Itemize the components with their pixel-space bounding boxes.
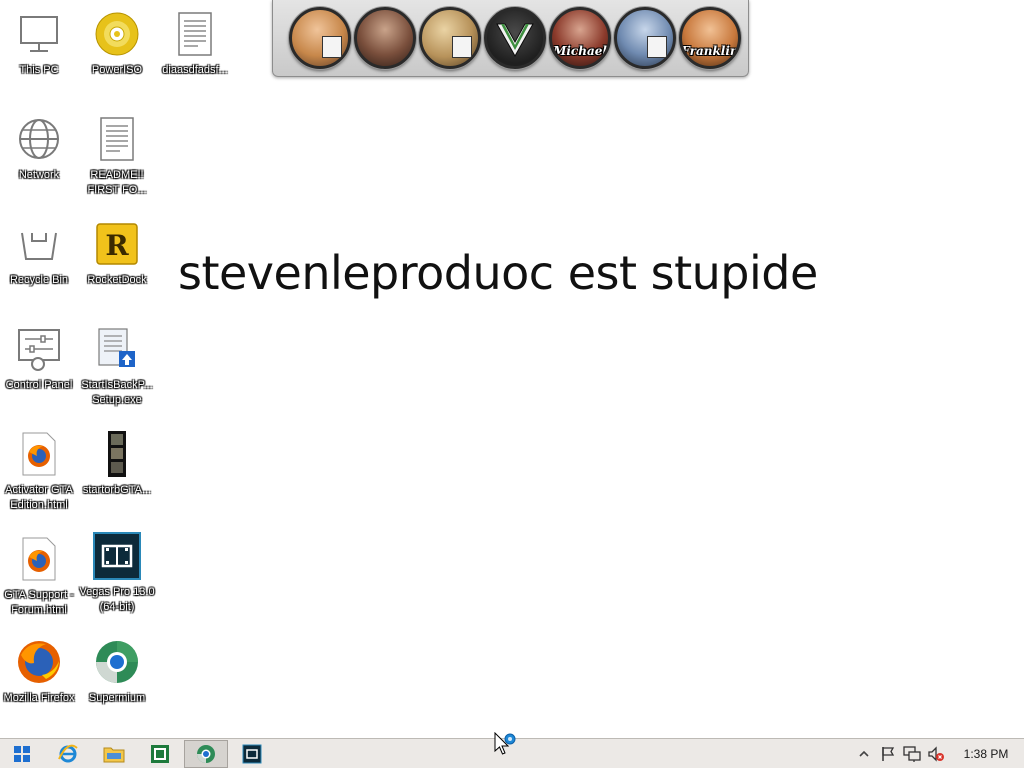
cd-disc-icon — [93, 10, 141, 58]
text-document-icon — [171, 10, 219, 58]
taskbar-file-explorer[interactable] — [92, 740, 136, 768]
taskbar-clock[interactable]: 1:38 PM — [948, 747, 1024, 761]
dock-item-gta-five[interactable] — [484, 7, 546, 69]
gta-five-logo-icon — [496, 23, 534, 58]
gta-logo-icon — [322, 36, 342, 58]
desktop-icon-label: Activator GTA Edition.html — [5, 484, 73, 511]
desktop-icon-readme[interactable]: README!! FIRST FO... — [78, 115, 156, 198]
desktop-icon-supermium[interactable]: Supermium — [78, 638, 156, 706]
desktop-icon-vegas-pro[interactable]: Vegas Pro 13.0 (64-bit) — [78, 532, 156, 615]
network-status-button[interactable] — [900, 740, 924, 768]
desktop-icon-mozilla-firefox[interactable]: Mozilla Firefox — [0, 638, 78, 706]
volume-button[interactable] — [924, 740, 948, 768]
desktop-icon-startorb-gta[interactable]: startorbGTA... — [78, 430, 156, 498]
rocketdock-bar: Michael Franklin — [272, 0, 749, 77]
film-strip-icon — [93, 430, 141, 478]
folder-icon — [103, 747, 125, 762]
desktop-icon-label: Supermium — [88, 692, 146, 704]
chevron-up-icon — [859, 750, 869, 757]
desktop-icon-label: This PC — [19, 64, 59, 76]
desktop-caption-text: stevenleproduoc est stupide — [178, 246, 818, 300]
desktop-icon-label: diaasdfadsf... — [162, 64, 228, 76]
desktop-icon-diaasdfadsf[interactable]: diaasdfadsf... — [156, 10, 234, 78]
desktop-icon-activator-gta[interactable]: Activator GTA Edition.html — [0, 430, 78, 513]
gta-logo-icon — [647, 36, 667, 58]
network-icon — [903, 746, 921, 762]
desktop-icon-label: RocketDock — [87, 274, 147, 286]
supermium-browser-icon — [93, 638, 141, 686]
desktop-icon-rocketdock[interactable]: R RocketDock — [78, 220, 156, 288]
show-hidden-icons-button[interactable] — [852, 740, 876, 768]
start-button[interactable] — [0, 740, 44, 768]
desktop-icon-label: Vegas Pro 13.0 (64-bit) — [79, 586, 155, 613]
mouse-cursor — [494, 731, 518, 756]
text-document-icon — [93, 115, 141, 163]
dock-item-gta-iii[interactable] — [614, 7, 676, 69]
desktop-icon-label: Network — [18, 169, 60, 181]
flag-icon — [882, 747, 895, 761]
busy-pointer-icon — [494, 731, 516, 755]
desktop-icon-label: Control Panel — [5, 379, 73, 391]
desktop-icon-label: startorbGTA... — [82, 484, 152, 496]
desktop-icon-recycle-bin[interactable]: Recycle Bin — [0, 220, 78, 288]
dock-item-label: Michael — [553, 44, 607, 58]
desktop-icon-poweriso[interactable]: PowerISO — [78, 10, 156, 78]
desktop-icon-label: Recycle Bin — [9, 274, 69, 286]
speaker-muted-icon — [928, 746, 944, 762]
vegas-pro-icon — [242, 744, 262, 763]
taskbar-supermium[interactable] — [184, 739, 228, 768]
svg-text:R: R — [105, 229, 129, 262]
vegas-pro-icon — [93, 532, 141, 580]
windows-logo-icon — [14, 745, 30, 762]
dock-item-gta-iv[interactable] — [354, 7, 416, 69]
installer-icon — [93, 325, 141, 373]
dock-item-michael[interactable]: Michael — [549, 7, 611, 69]
desktop-icon-network[interactable]: Network — [0, 115, 78, 183]
action-center-button[interactable] — [876, 740, 900, 768]
recycle-bin-icon — [15, 220, 63, 268]
desktop-icon-control-panel[interactable]: Control Panel — [0, 325, 78, 393]
firefox-icon — [15, 638, 63, 686]
supermium-browser-icon — [197, 744, 215, 763]
system-tray: 1:38 PM — [852, 739, 1024, 768]
desktop-icon-label: GTA Support - Forum.html — [4, 589, 74, 616]
desktop-icon-gta-support[interactable]: GTA Support - Forum.html — [0, 535, 78, 618]
desktop-icon-label: PowerISO — [91, 64, 143, 76]
desktop-icon-label: README!! FIRST FO... — [87, 169, 147, 196]
desktop-icon-label: Mozilla Firefox — [3, 692, 75, 704]
dock-item-franklin[interactable]: Franklin — [679, 7, 741, 69]
firefox-document-icon — [15, 535, 63, 583]
dock-item-label: Franklin — [681, 44, 739, 58]
desktop-icon-label: StartIsBackP... Setup.exe — [81, 379, 153, 406]
spreadsheet-icon — [151, 744, 169, 763]
internet-explorer-icon — [58, 744, 78, 762]
globe-icon — [15, 115, 63, 163]
gta-logo-icon — [452, 36, 472, 58]
control-panel-icon — [15, 325, 63, 373]
dock-item-gta-san-andreas[interactable] — [419, 7, 481, 69]
taskbar-vegas-pro[interactable] — [230, 740, 274, 768]
firefox-document-icon — [15, 430, 63, 478]
taskbar-excel[interactable] — [138, 740, 182, 768]
dock-item-gta-vice-city[interactable] — [289, 7, 351, 69]
monitor-icon — [15, 10, 63, 58]
desktop-icon-startisback-setup[interactable]: StartIsBackP... Setup.exe — [78, 325, 156, 408]
rocketdock-icon: R — [93, 220, 141, 268]
desktop-icon-this-pc[interactable]: This PC — [0, 10, 78, 78]
taskbar-internet-explorer[interactable] — [46, 740, 90, 768]
